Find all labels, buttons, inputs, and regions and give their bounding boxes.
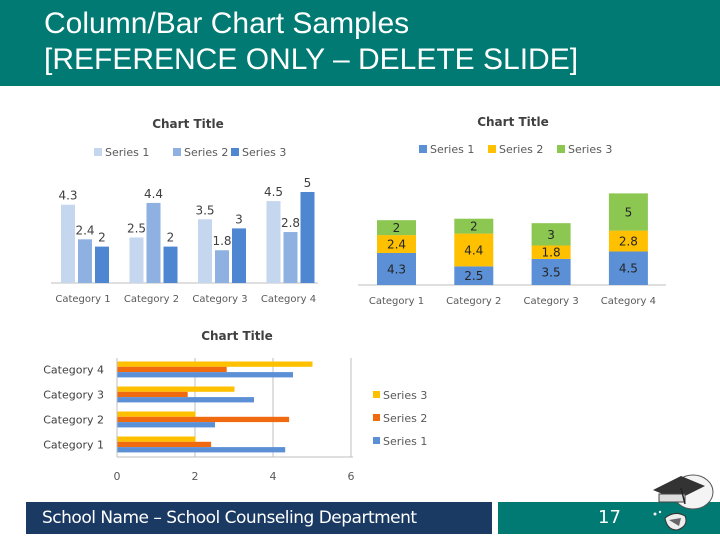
category-label: Category 2 bbox=[124, 294, 179, 305]
bar-series-3 bbox=[117, 361, 313, 367]
legend-label: Series 1 bbox=[430, 143, 474, 156]
footer-text: School Name – School Counseling Departme… bbox=[42, 508, 417, 528]
legend-label: Series 2 bbox=[383, 412, 427, 425]
chart-title: Chart Title bbox=[201, 329, 273, 343]
data-label: 2.4 bbox=[387, 238, 406, 252]
bar-series-3 bbox=[117, 436, 196, 442]
data-label: 4.5 bbox=[619, 262, 638, 276]
category-label: Category 1 bbox=[55, 294, 110, 305]
footer-left-band: School Name – School Counseling Departme… bbox=[26, 502, 492, 534]
data-label: 3.5 bbox=[195, 203, 214, 217]
legend-swatch bbox=[173, 148, 181, 156]
legend-swatch bbox=[419, 145, 427, 153]
bar-series-2 bbox=[78, 239, 92, 283]
data-label: 4.3 bbox=[58, 189, 77, 203]
clustered-column-chart: Chart Title Series 1 Series 2 Series 3 4.3 2.… bbox=[51, 117, 318, 305]
page-number: 17 bbox=[598, 507, 621, 528]
bar-series-2 bbox=[215, 250, 229, 283]
data-label: 2.5 bbox=[464, 269, 483, 283]
bar-series-1 bbox=[266, 201, 281, 283]
chart-title: Chart Title bbox=[152, 117, 224, 131]
legend-label: Series 3 bbox=[242, 146, 286, 159]
category-label: Category 1 bbox=[43, 439, 104, 452]
x-tick-label: 4 bbox=[270, 470, 277, 483]
legend-label: Series 1 bbox=[105, 146, 149, 159]
category-label: Category 3 bbox=[43, 389, 104, 402]
bar-series-1 bbox=[129, 237, 144, 283]
legend-swatch bbox=[557, 145, 565, 153]
bar-series-1 bbox=[198, 219, 212, 283]
legend-label: Series 3 bbox=[568, 143, 612, 156]
data-label: 2.8 bbox=[619, 235, 638, 249]
bar-series-3 bbox=[163, 246, 178, 283]
data-label: 4.4 bbox=[144, 187, 163, 201]
bar-series-2 bbox=[117, 416, 290, 423]
legend-swatch bbox=[373, 391, 380, 398]
legend-label: Series 1 bbox=[383, 435, 427, 448]
data-label: 5 bbox=[625, 205, 633, 219]
bar-series-1 bbox=[117, 397, 254, 403]
data-label: 2 bbox=[393, 221, 401, 235]
category-label: Category 4 bbox=[43, 364, 104, 377]
data-label: 2.5 bbox=[127, 222, 146, 236]
stacked-column-chart: Chart Title Series 1 Series 2 Series 3 4.3 2.… bbox=[358, 115, 666, 307]
bar-series-3 bbox=[117, 386, 235, 392]
bar-series-1 bbox=[117, 447, 286, 453]
bar-series-2 bbox=[117, 441, 212, 448]
data-label: 5 bbox=[304, 176, 312, 190]
chart-title: Chart Title bbox=[477, 115, 549, 129]
bar-series-2 bbox=[117, 391, 188, 398]
category-label: Category 2 bbox=[446, 296, 501, 307]
data-label: 3 bbox=[547, 228, 555, 242]
category-label: Category 2 bbox=[43, 414, 104, 427]
category-label: Category 3 bbox=[192, 294, 247, 305]
category-label: Category 4 bbox=[261, 294, 316, 305]
legend-swatch bbox=[231, 148, 239, 156]
legend-swatch bbox=[488, 145, 496, 153]
bar-series-2 bbox=[146, 202, 161, 283]
legend-label: Series 3 bbox=[383, 389, 427, 402]
data-label: 1.8 bbox=[542, 246, 561, 260]
data-label: 4.5 bbox=[264, 185, 283, 199]
bar-series-2 bbox=[283, 232, 298, 283]
bar-series-1 bbox=[61, 204, 75, 283]
data-label: 4.4 bbox=[464, 243, 483, 257]
data-label: 3.5 bbox=[542, 265, 561, 279]
x-tick-label: 6 bbox=[348, 470, 355, 483]
bar-series-3 bbox=[232, 228, 246, 283]
bar-series-2 bbox=[117, 366, 227, 373]
data-label: 1.8 bbox=[212, 234, 231, 248]
bar-series-3 bbox=[117, 411, 196, 417]
data-label: 4.3 bbox=[387, 262, 406, 276]
data-label: 2.4 bbox=[75, 223, 94, 237]
school-logo-icon bbox=[653, 474, 714, 531]
data-label: 3 bbox=[235, 212, 243, 226]
x-tick-label: 0 bbox=[114, 470, 121, 483]
legend-swatch bbox=[94, 148, 102, 156]
data-label: 2.8 bbox=[281, 216, 300, 230]
bar-series-1 bbox=[117, 422, 215, 428]
horizontal-bar-chart: Chart Title 0 2 4 6 Category 1 Category 2 Categ… bbox=[43, 329, 427, 483]
category-label: Category 4 bbox=[601, 296, 656, 307]
legend-label: Series 2 bbox=[184, 146, 228, 159]
category-label: Category 3 bbox=[523, 296, 578, 307]
legend-swatch bbox=[373, 437, 380, 444]
data-label: 2 bbox=[167, 231, 175, 245]
bar-series-1 bbox=[117, 372, 293, 378]
bar-series-3 bbox=[95, 246, 109, 283]
data-label: 2 bbox=[98, 231, 106, 245]
legend-swatch bbox=[373, 414, 380, 421]
x-tick-label: 2 bbox=[192, 470, 199, 483]
charts-canvas: Chart Title Series 1 Series 2 Series 3 4.3 2.… bbox=[43, 115, 666, 483]
category-label: Category 1 bbox=[369, 296, 424, 307]
bar-series-3 bbox=[300, 192, 315, 283]
legend-label: Series 2 bbox=[499, 143, 543, 156]
data-label: 2 bbox=[470, 220, 478, 234]
